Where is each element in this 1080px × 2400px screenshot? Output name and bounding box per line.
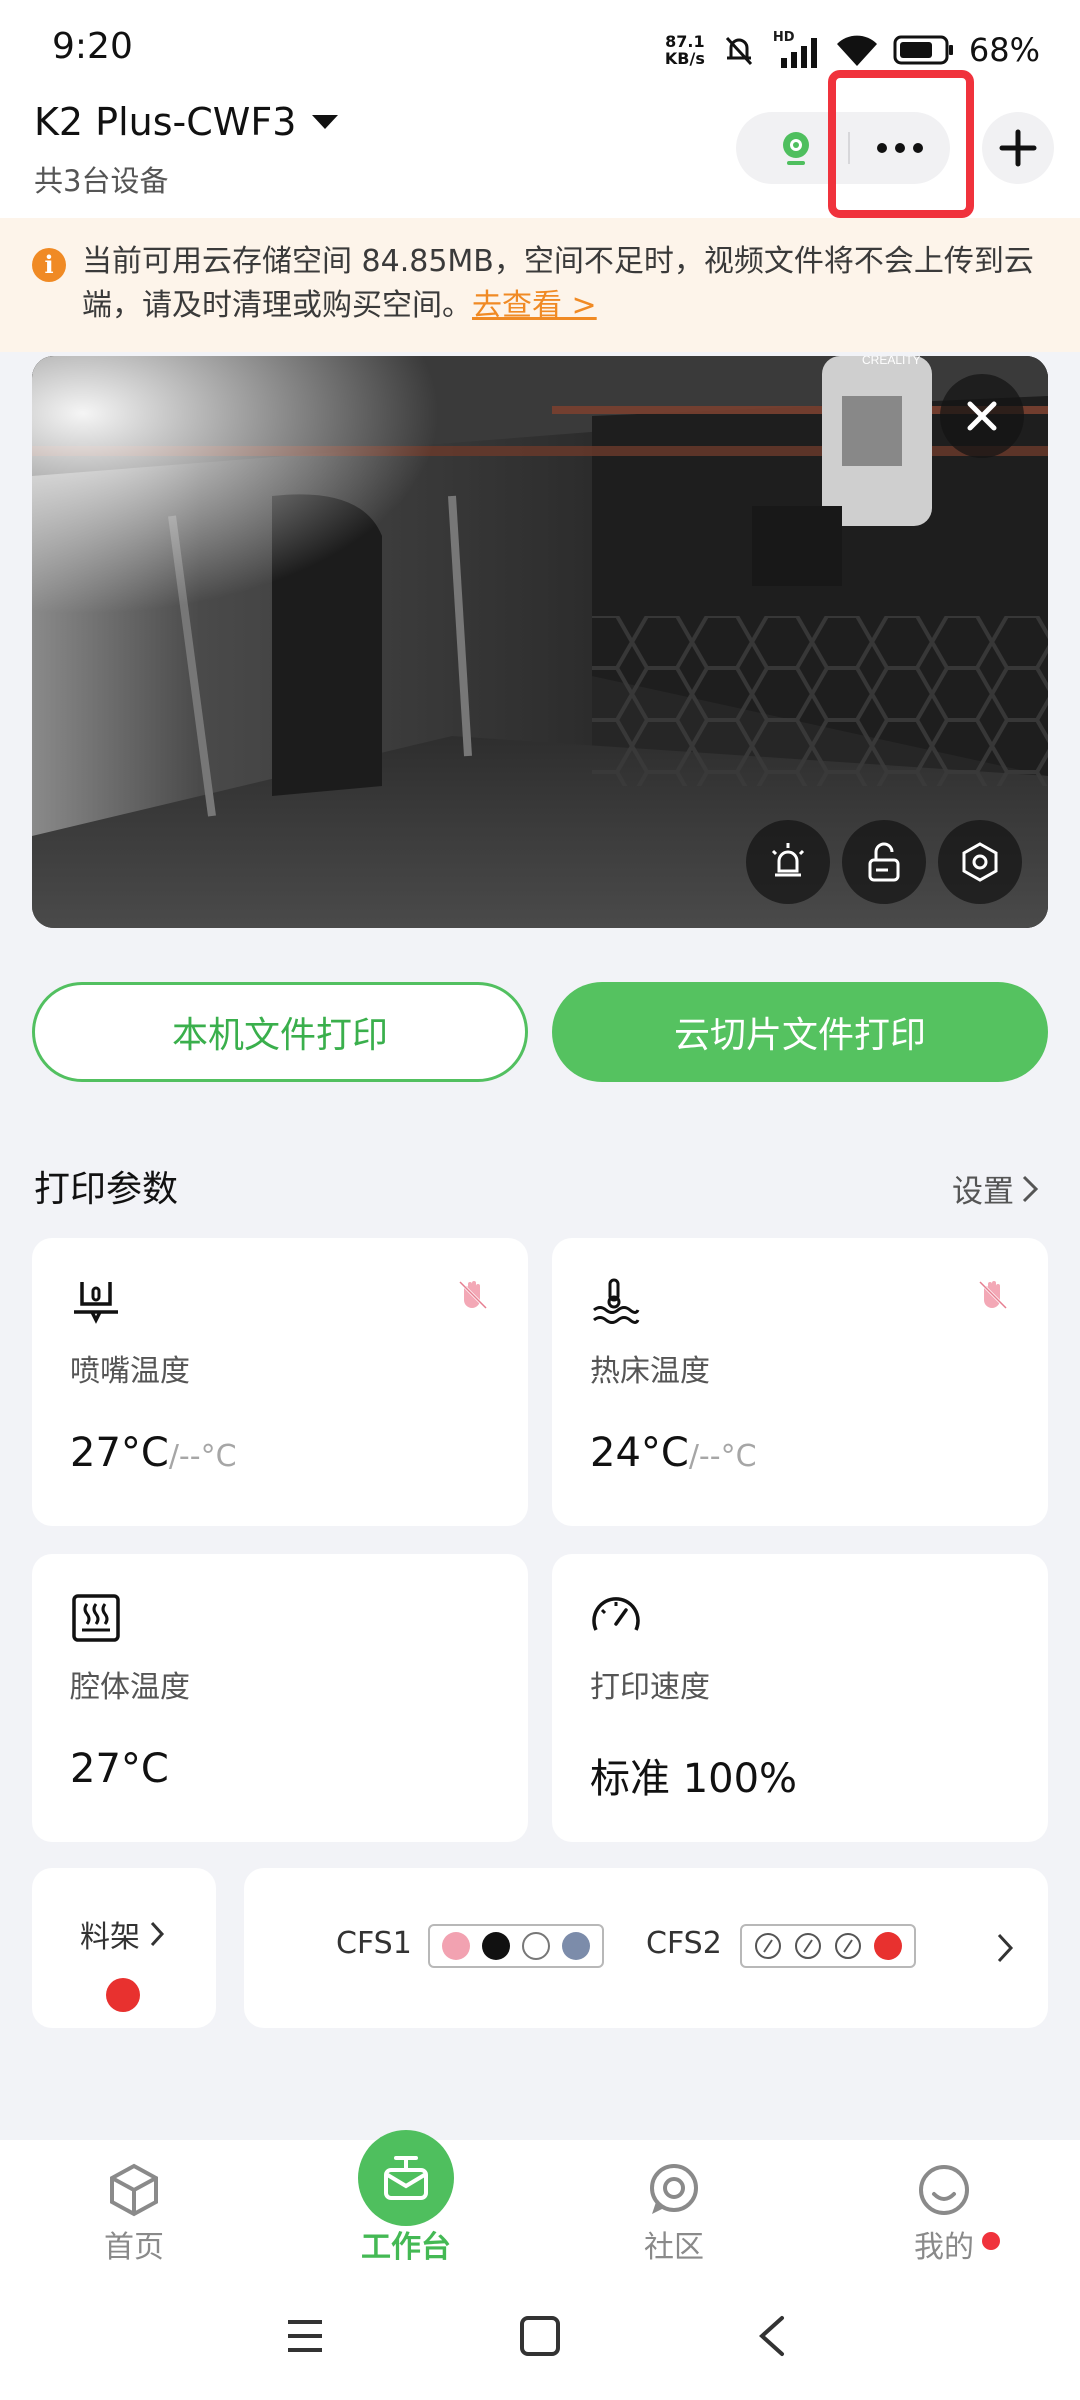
- nozzle-icon: [74, 1282, 118, 1324]
- rack-label: 料架: [80, 1912, 166, 1956]
- bottom-nav: 首页 工作台 社区 我的: [0, 2130, 1080, 2280]
- bed-label: 热床温度: [590, 1354, 710, 1389]
- nav-home[interactable]: 首页: [34, 2140, 234, 2280]
- nozzle-target: /--°C: [168, 1439, 237, 1474]
- chevron-right-icon[interactable]: [994, 1930, 1016, 1966]
- speed-value: 标准 100%: [590, 1756, 798, 1802]
- hand-icon: [978, 1280, 1008, 1310]
- back-icon[interactable]: [756, 2314, 788, 2358]
- menu-icon[interactable]: [284, 2316, 326, 2356]
- nozzle-value: 27°C/--°C: [70, 1430, 237, 1476]
- close-icon: [967, 401, 997, 431]
- workbench-icon-circle[interactable]: [358, 2130, 454, 2226]
- light-icon: [771, 843, 805, 877]
- notice-text: 当前可用云存储空间 84.85MB，空间不足时，视频文件将不会上传到云端，请及时…: [82, 244, 1034, 323]
- chevron-down-icon: [312, 115, 339, 129]
- local-file-print-button[interactable]: 本机文件打印: [32, 982, 528, 1082]
- filament-slot: [482, 1932, 510, 1960]
- bed-target: /--°C: [688, 1439, 757, 1474]
- community-icon: [650, 2164, 698, 2214]
- nav-community[interactable]: 社区: [574, 2140, 774, 2280]
- battery-percent: 68%: [968, 31, 1040, 69]
- lock-toggle-button[interactable]: [842, 820, 926, 904]
- bed-temp-card[interactable]: 热床温度 24°C/--°C: [552, 1238, 1048, 1526]
- system-nav-bar: [0, 2280, 1080, 2400]
- speedometer-icon: [592, 1597, 640, 1631]
- brand-watermark: CREALITY: [862, 356, 921, 367]
- nozzle-label: 喷嘴温度: [70, 1354, 190, 1389]
- highlight-annotation: [828, 70, 974, 218]
- bed-value: 24°C/--°C: [590, 1430, 757, 1476]
- battery-icon: [893, 35, 953, 65]
- cfs2-slots: [740, 1924, 916, 1968]
- smile-icon: [919, 2165, 969, 2215]
- cloud-slice-print-button[interactable]: 云切片文件打印: [552, 982, 1048, 1082]
- cfs1-slots: [428, 1924, 604, 1968]
- empty-slot-icon: [795, 1933, 821, 1959]
- storage-notice: i 当前可用云存储空间 84.85MB，空间不足时，视频文件将不会上传到云端，请…: [0, 218, 1080, 352]
- chamber-temp-card[interactable]: 腔体温度 27°C: [32, 1554, 528, 1842]
- filament-slot: [442, 1932, 470, 1960]
- close-camera-button[interactable]: [940, 374, 1024, 458]
- notification-badge: [982, 2232, 1000, 2250]
- nozzle-temp-card[interactable]: 喷嘴温度 27°C/--°C: [32, 1238, 528, 1526]
- nav-mine[interactable]: 我的: [844, 2140, 1044, 2280]
- cube-icon: [110, 2163, 158, 2217]
- print-params-title: 打印参数: [34, 1169, 179, 1210]
- chamber-icon: [72, 1594, 120, 1642]
- empty-slot-icon: [755, 1933, 781, 1959]
- signal-icon: HD: [773, 30, 821, 70]
- heated-bed-icon: [593, 1278, 640, 1324]
- material-rack-card[interactable]: 料架: [32, 1868, 216, 2028]
- filament-slot: [522, 1932, 550, 1960]
- chevron-right-icon: [1022, 1175, 1039, 1202]
- empty-slot-icon: [835, 1933, 861, 1959]
- home-square-icon[interactable]: [518, 2314, 562, 2358]
- rack-filament-color: [106, 1978, 140, 2012]
- status-time: 9:20: [52, 26, 133, 67]
- plus-icon: [999, 129, 1037, 167]
- chamber-label: 腔体温度: [70, 1670, 190, 1705]
- speed-label: 打印速度: [590, 1670, 710, 1705]
- print-speed-card[interactable]: 打印速度 标准 100%: [552, 1554, 1048, 1842]
- device-selector[interactable]: K2 Plus-CWF3: [34, 100, 339, 144]
- hand-icon: [458, 1280, 488, 1310]
- device-name: K2 Plus-CWF3: [34, 100, 297, 144]
- filament-slot: [562, 1932, 590, 1960]
- cfs1-label: CFS1: [336, 1926, 412, 1961]
- info-icon: i: [32, 248, 66, 282]
- wifi-icon: [836, 35, 877, 66]
- hex-settings-icon: [962, 842, 998, 882]
- net-speed: 87.1 KB/s: [664, 32, 705, 68]
- cfs2-label: CFS2: [646, 1926, 722, 1961]
- add-device-button[interactable]: [982, 112, 1054, 184]
- mute-bell-icon: [725, 36, 752, 66]
- unlock-icon: [868, 842, 900, 882]
- printer-icon: [384, 2156, 428, 2200]
- camera-icon[interactable]: [776, 128, 816, 168]
- light-toggle-button[interactable]: [746, 820, 830, 904]
- filament-slot: [874, 1932, 902, 1960]
- cfs-card[interactable]: CFS1 CFS2: [244, 1868, 1048, 2028]
- view-link[interactable]: 去查看 >: [472, 288, 597, 323]
- camera-settings-button[interactable]: [938, 820, 1022, 904]
- device-count: 共3台设备: [34, 164, 169, 198]
- params-settings-link[interactable]: 设置: [952, 1166, 1040, 1211]
- chevron-right-icon: [150, 1921, 165, 1947]
- chamber-value: 27°C: [70, 1746, 169, 1792]
- camera-feed[interactable]: CREALITY: [32, 356, 1048, 928]
